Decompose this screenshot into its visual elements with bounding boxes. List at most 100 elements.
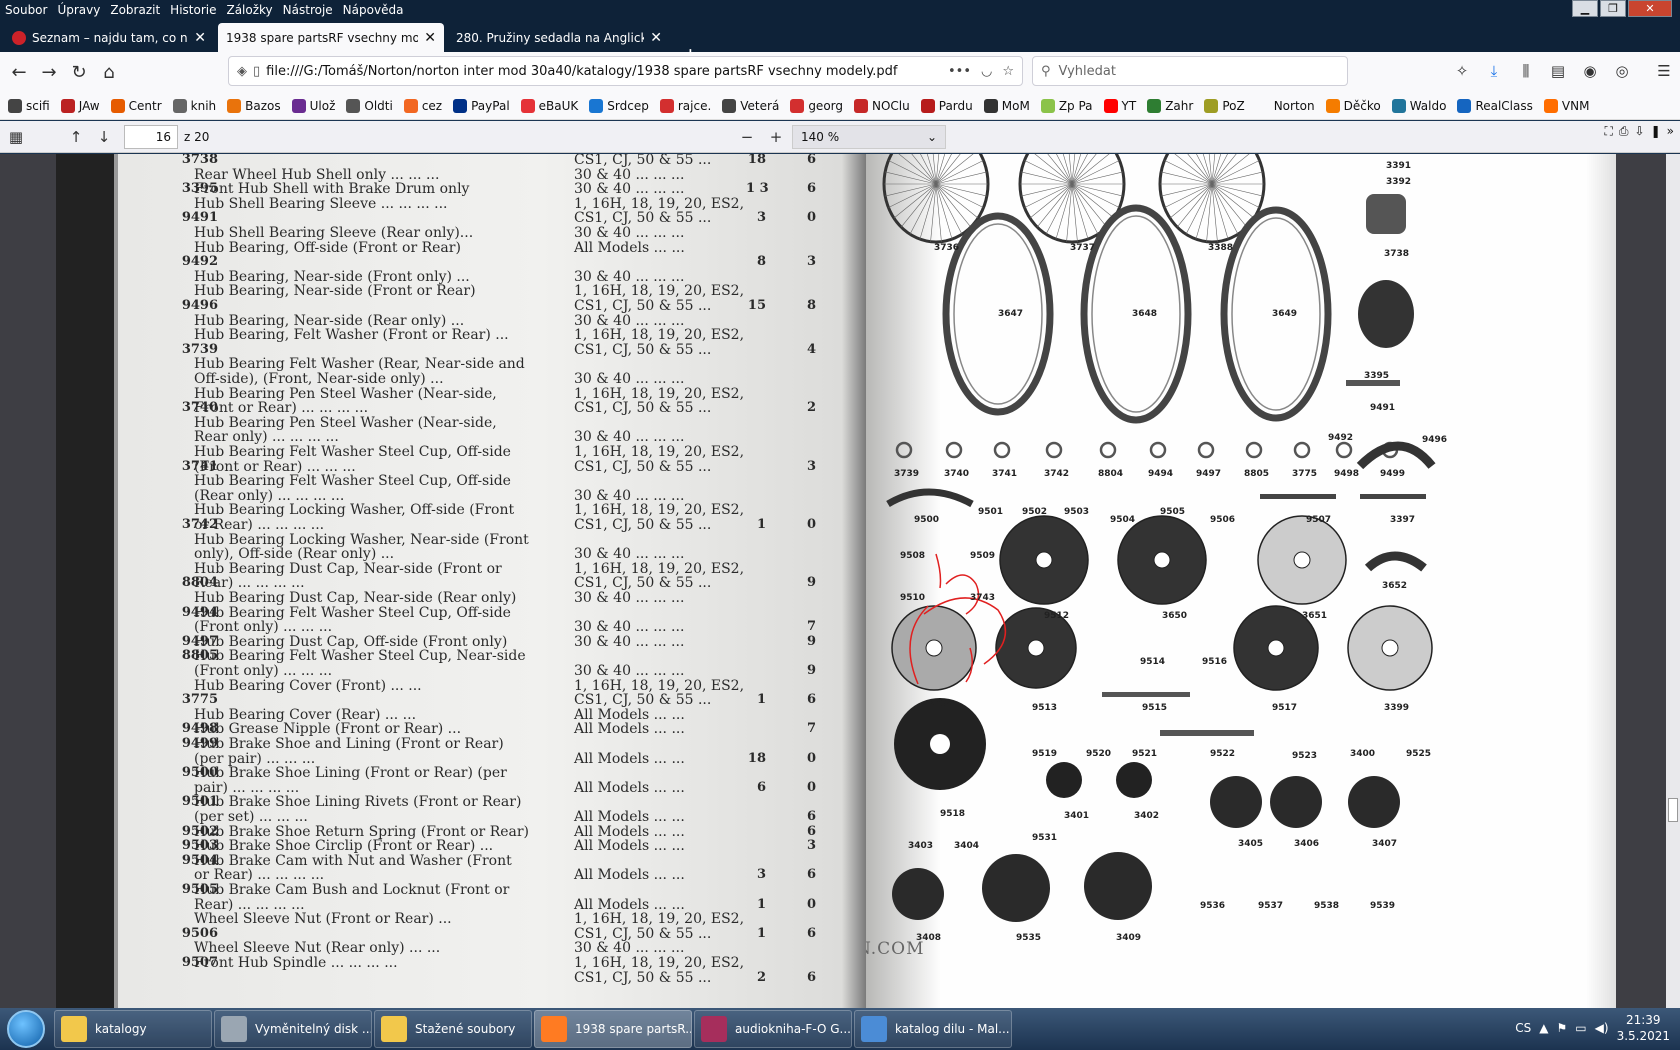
catalog-mod: 30 & 40 ... ... ...: [574, 225, 685, 241]
bookmark-item[interactable]: VNM: [1543, 98, 1589, 113]
volume-icon[interactable]: ◀): [1595, 1021, 1609, 1035]
taskbar-app[interactable]: Vyměnitelný disk ...: [214, 1010, 372, 1048]
vertical-scrollbar[interactable]: [1666, 154, 1680, 1008]
tray-arrow-icon[interactable]: ▲: [1539, 1021, 1548, 1035]
bookmark-item[interactable]: JAw: [60, 98, 100, 113]
bookmark-item[interactable]: eBaUK: [520, 98, 578, 113]
tracking-icon[interactable]: ✧: [1448, 56, 1476, 86]
bookmark-item[interactable]: Zp Pa: [1040, 98, 1093, 113]
url-bar[interactable]: ◈ ▯ file:///G:/Tomáš/Norton/norton inter…: [228, 56, 1023, 86]
clock[interactable]: 21:39 3.5.2021: [1617, 1012, 1670, 1044]
bookmark-item[interactable]: Bazos: [227, 98, 281, 113]
tab-pdf[interactable]: 1938 spare partsRF vsechny modely.pdf ✕: [218, 23, 444, 52]
bookmark-item[interactable]: PoZ: [1204, 98, 1245, 113]
bookmark-icon[interactable]: ❚: [1651, 124, 1661, 139]
bookmark-item[interactable]: Waldo: [1391, 98, 1446, 113]
bookmark-item[interactable]: cez: [403, 98, 442, 113]
part-number-label: 9535: [1016, 933, 1041, 943]
part-number-label: 3400: [1350, 749, 1375, 759]
windows-logo-icon: [7, 1010, 45, 1048]
menu-item[interactable]: Záložky: [221, 3, 277, 17]
reload-icon[interactable]: ↻: [64, 57, 94, 87]
menu-icon[interactable]: ☰: [1650, 56, 1678, 86]
maximize-button[interactable]: ❐: [1600, 0, 1626, 17]
url-text[interactable]: file:///G:/Tomáš/Norton/norton inter mod…: [266, 64, 948, 79]
bookmark-item[interactable]: RealClass: [1457, 98, 1533, 113]
scrollbar-thumb[interactable]: [1668, 798, 1678, 822]
close-tab-icon[interactable]: ✕: [194, 30, 206, 46]
previous-page-icon[interactable]: ↑: [62, 124, 90, 150]
catalog-pr: 6: [806, 181, 816, 197]
taskbar-app[interactable]: katalogy: [54, 1010, 212, 1048]
sidebar-toggle-icon[interactable]: ▦: [2, 124, 30, 150]
close-tab-icon[interactable]: ✕: [650, 30, 662, 46]
home-icon[interactable]: ⌂: [94, 57, 124, 87]
flag-icon[interactable]: ⚑: [1557, 1021, 1568, 1035]
bookmark-item[interactable]: NOClu: [854, 98, 910, 113]
bookmark-favicon-icon: [854, 98, 868, 113]
bookmark-item[interactable]: georg: [790, 98, 843, 113]
taskbar-app[interactable]: 1938 spare partsR...: [534, 1010, 692, 1048]
menu-item[interactable]: Historie: [165, 3, 221, 17]
pocket-icon[interactable]: ◡: [981, 64, 992, 79]
page-number-input[interactable]: 16: [124, 124, 178, 149]
catalog-mod: CS1, CJ, 50 & 55 ...: [574, 692, 712, 709]
bookmark-item[interactable]: Pardu: [920, 98, 973, 113]
zoom-select[interactable]: 140 % ⌄: [792, 125, 946, 149]
catalog-desc: Hub Brake Shoe and Lining (Front or Rear…: [194, 736, 504, 752]
minimize-button[interactable]: ▁: [1572, 0, 1598, 17]
catalog-mod: 30 & 40 ... ... ...: [574, 940, 685, 957]
menu-item[interactable]: Nápověda: [338, 3, 409, 17]
catalog-desc: Hub Bearing Felt Washer Steel Cup, Near-…: [194, 648, 526, 665]
sidebar-icon[interactable]: ▤: [1544, 56, 1572, 86]
next-page-icon[interactable]: ↓: [90, 124, 118, 150]
close-window-button[interactable]: ✕: [1628, 0, 1672, 17]
page-actions-icon[interactable]: •••: [948, 64, 971, 79]
menu-item[interactable]: Úpravy: [52, 3, 105, 17]
zoom-out-icon[interactable]: −: [733, 124, 761, 150]
network-icon[interactable]: ▭: [1575, 1021, 1586, 1035]
presentation-icon[interactable]: ⛶: [1605, 124, 1613, 139]
bookmark-item[interactable]: Ulož: [291, 98, 336, 113]
menu-item[interactable]: Zobrazit: [105, 3, 165, 17]
bookmark-label: Děčko: [1343, 98, 1381, 113]
taskbar-app[interactable]: Stažené soubory: [374, 1010, 532, 1048]
back-icon[interactable]: ←: [4, 57, 34, 87]
language-indicator[interactable]: CS: [1515, 1021, 1531, 1035]
save-icon[interactable]: ⇩: [1635, 124, 1645, 139]
account-icon[interactable]: ◉: [1576, 56, 1604, 86]
tab-pruziny[interactable]: 280. Pružiny sedadla na Anglické m ✕: [448, 23, 670, 52]
taskbar-app[interactable]: katalog dilu - Mal...: [854, 1010, 1012, 1048]
bookmark-item[interactable]: Centr: [110, 98, 162, 113]
bookmark-label: scifi: [26, 98, 50, 113]
bookmark-item[interactable]: MoM: [983, 98, 1030, 113]
bookmark-item[interactable]: knih: [172, 98, 216, 113]
download-icon[interactable]: ⤓: [1480, 56, 1508, 86]
bookmark-item[interactable]: rajce.: [659, 98, 711, 113]
bookmark-item[interactable]: PayPal: [453, 98, 510, 113]
bookmark-item[interactable]: YT: [1103, 98, 1136, 113]
close-tab-icon[interactable]: ✕: [424, 30, 436, 46]
sync-icon[interactable]: ◎: [1608, 56, 1636, 86]
bookmark-label: Ulož: [309, 98, 336, 113]
tab-seznam[interactable]: Seznam – najdu tam, co neznám ✕: [4, 23, 214, 52]
bookmark-item[interactable]: Děčko: [1325, 98, 1381, 113]
bookmark-item[interactable]: Zahr: [1147, 98, 1193, 113]
print-icon[interactable]: ⎙: [1619, 124, 1629, 139]
menu-item[interactable]: Nástroje: [278, 3, 338, 17]
bookmark-item[interactable]: Oldti: [346, 98, 393, 113]
library-icon[interactable]: ⫼: [1512, 56, 1540, 86]
tools-icon[interactable]: »: [1667, 124, 1674, 139]
zoom-in-icon[interactable]: +: [762, 124, 790, 150]
bookmark-item[interactable]: Srdcep: [589, 98, 649, 113]
shield-icon[interactable]: ◈: [237, 64, 247, 79]
bookmark-item[interactable]: Veterá: [722, 98, 779, 113]
menu-item[interactable]: Soubor: [0, 3, 52, 17]
bookmark-star-icon[interactable]: ☆: [1002, 64, 1014, 79]
taskbar-app[interactable]: audiokniha-F-O G...: [694, 1010, 852, 1048]
search-bar[interactable]: ⚲ Vyhledat: [1032, 56, 1348, 86]
bookmark-item[interactable]: Norton: [1255, 98, 1315, 113]
bookmark-item[interactable]: scifi: [8, 98, 50, 113]
forward-icon[interactable]: →: [34, 57, 64, 87]
start-button[interactable]: [0, 1008, 52, 1050]
